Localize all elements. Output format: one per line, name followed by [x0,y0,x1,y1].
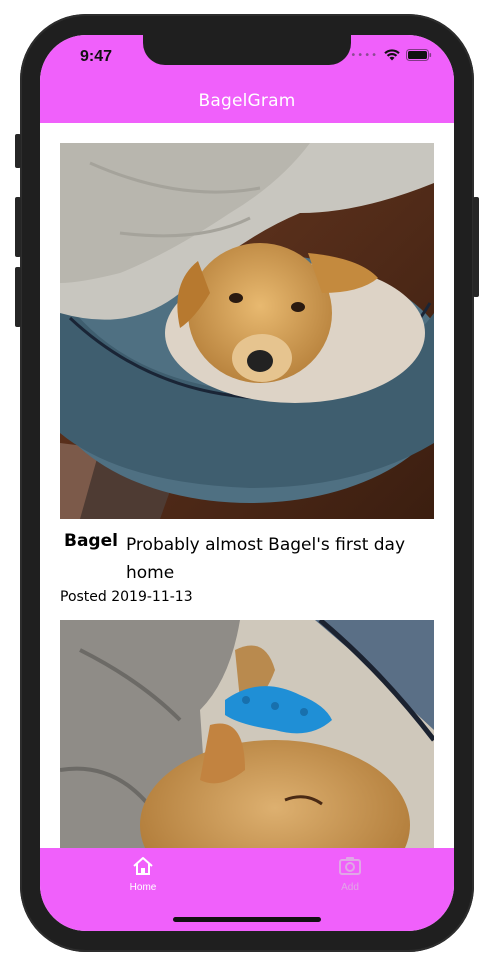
page-title: BagelGram [198,91,296,111]
tab-home[interactable]: Home [103,856,183,893]
post-photo [60,620,434,848]
status-icons: •••• [350,49,432,61]
post-username[interactable]: Bagel [64,531,118,587]
tab-add[interactable]: Add [310,856,390,893]
post-caption-row: Bagel Probably almost Bagel's first day … [64,531,426,587]
signal-dots-icon: •••• [350,49,378,61]
home-indicator[interactable] [173,917,321,922]
post-photo [60,143,434,519]
camera-icon [339,857,361,875]
post-date: Posted 2019-11-13 [60,589,193,605]
screen-notch [143,35,351,65]
feed-post [60,620,434,848]
mute-switch [15,134,21,168]
wifi-icon [384,49,400,61]
tab-home-label: Home [129,882,157,893]
feed-post: Bagel Probably almost Bagel's first day … [60,143,434,605]
status-time: 9:47 [80,48,113,65]
puppy-in-dog-bed-photo [60,143,434,519]
tab-add-label: Add [341,882,359,893]
photo-feed[interactable]: Bagel Probably almost Bagel's first day … [40,123,454,848]
power-button [473,197,479,297]
puppy-sleeping-with-blue-toy-photo [60,620,434,848]
battery-icon [406,49,432,61]
volume-down-button [15,267,21,327]
post-caption: Probably almost Bagel's first day home [125,535,406,583]
app-screen: 9:47 •••• BagelGram Bagel Probably almos… [40,35,454,931]
home-icon [133,857,153,875]
volume-up-button [15,197,21,257]
